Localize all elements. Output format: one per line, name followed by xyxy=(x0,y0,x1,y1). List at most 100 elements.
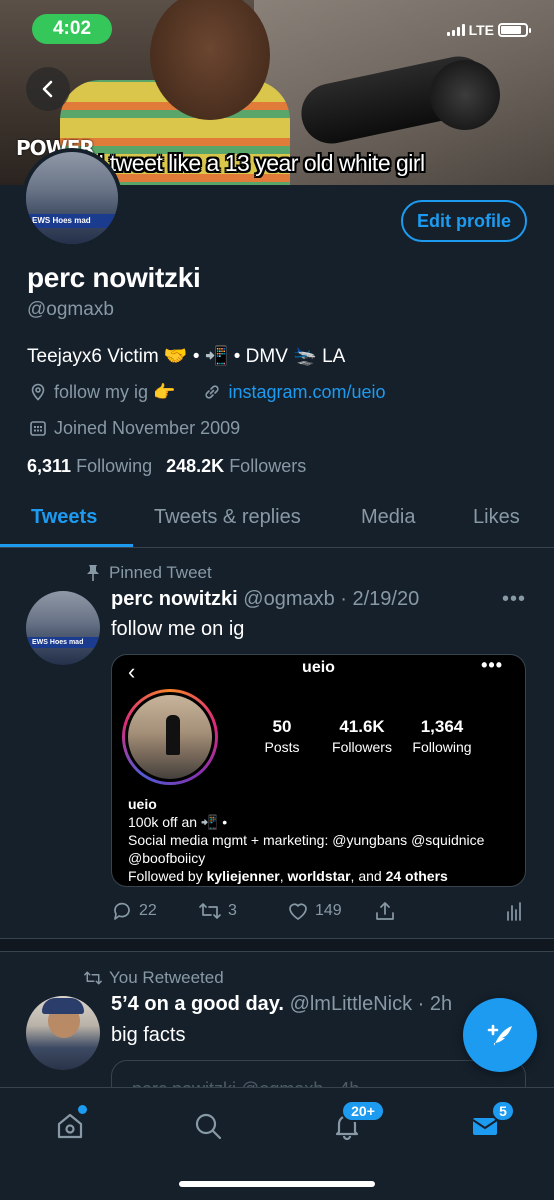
ig-bio: ueio 100k off an 📲 • Social media mgmt +… xyxy=(128,795,484,885)
following-link[interactable]: 6,311 Following xyxy=(27,456,152,477)
tweet-header: perc nowitzki @ogmaxb · 2/19/20 xyxy=(111,588,419,611)
ig-story-avatar xyxy=(122,689,218,785)
profile-tabs: Tweets Tweets & replies Media Likes xyxy=(0,498,554,548)
analytics-button[interactable] xyxy=(505,900,523,922)
ig-followed-and: , and xyxy=(350,868,386,884)
tweet-media-image[interactable]: ‹ ueio ••• 50 Posts 41.6K Followers 1,36… xyxy=(111,654,526,887)
tab-tweets-replies[interactable]: Tweets & replies xyxy=(154,506,301,529)
tweet-author-name[interactable]: perc nowitzki xyxy=(111,588,238,610)
ig-posts-count: 50 xyxy=(272,717,292,736)
reply-count: 22 xyxy=(139,902,157,919)
retweeted-text: You Retweeted xyxy=(109,968,224,987)
calendar-icon xyxy=(27,417,49,439)
profile-bio: Teejayx6 Victim 🤝 • 📲 • DMV 🛬 LA xyxy=(27,346,346,367)
link-icon xyxy=(201,381,223,403)
share-button[interactable] xyxy=(374,900,396,922)
followers-link[interactable]: 248.2K Followers xyxy=(166,456,306,477)
edit-profile-button[interactable]: Edit profile xyxy=(401,200,527,242)
ig-username: ueio xyxy=(302,659,335,676)
nav-messages[interactable]: 5 xyxy=(465,1100,515,1146)
ig-stats: 50 Posts 41.6K Followers 1,364 Following xyxy=(242,717,482,755)
retweet-handle-date: @lmLittleNick · 2h xyxy=(289,993,453,1015)
tweet-text: follow me on ig xyxy=(111,618,245,640)
ig-bio-line3: @boofboiicy xyxy=(128,850,206,866)
more-options-icon[interactable]: ••• xyxy=(502,588,526,611)
heart-icon xyxy=(289,903,307,920)
banner-caption: I tweet like a 13 year old white girl xyxy=(98,150,425,176)
profile-meta-joined: Joined November 2009 xyxy=(27,417,240,439)
chevron-left-icon xyxy=(42,80,53,98)
notifications-badge: 20+ xyxy=(341,1100,385,1122)
profile-meta-location-website: follow my ig 👉 instagram.com/ueio xyxy=(27,381,386,403)
status-time: 4:02 xyxy=(32,14,112,44)
following-count: 6,311 xyxy=(27,456,72,476)
location-pin-icon xyxy=(27,381,49,403)
pinned-tweet-label: Pinned Tweet xyxy=(82,562,212,584)
follow-stats: 6,311 Following 248.2K Followers xyxy=(27,456,306,477)
tweet-avatar-ticker: EWS Hoes mad xyxy=(26,637,100,648)
retweet-author-avatar[interactable] xyxy=(26,996,100,1070)
profile-avatar[interactable]: EWS Hoes mad xyxy=(22,148,122,248)
ig-followed-user-2: worldstar xyxy=(287,868,351,884)
home-icon xyxy=(57,1113,83,1139)
ig-stat-followers: 41.6K Followers xyxy=(322,717,402,755)
pin-icon xyxy=(82,562,104,584)
tweet-actions: 22 3 149 xyxy=(111,900,526,926)
retweet-button[interactable]: 3 xyxy=(198,900,237,922)
ig-followed-prefix: Followed by xyxy=(128,868,207,884)
ig-bio-line1: 100k off an 📲 • xyxy=(128,814,228,830)
network-type: LTE xyxy=(468,22,494,38)
back-button[interactable] xyxy=(26,67,70,111)
retweet-small-icon xyxy=(82,967,104,989)
messages-badge: 5 xyxy=(491,1100,515,1122)
pinned-tweet-text: Pinned Tweet xyxy=(109,563,212,582)
ig-followed-sep: , xyxy=(279,868,288,884)
joined-date: Joined November 2009 xyxy=(54,417,241,438)
share-icon xyxy=(376,902,394,920)
ig-bio-line2: Social media mgmt + marketing: @yungbans… xyxy=(128,832,485,848)
nav-home[interactable] xyxy=(50,1105,90,1146)
ig-following-label: Following xyxy=(412,739,472,755)
ig-followers-label: Followers xyxy=(332,739,392,755)
tab-likes[interactable]: Likes xyxy=(473,506,520,529)
ig-followers-count: 41.6K xyxy=(339,717,385,736)
tweet-author-avatar[interactable]: EWS Hoes mad xyxy=(26,591,100,665)
tweet-divider xyxy=(0,938,554,952)
retweet-header: 5’4 on a good day. @lmLittleNick · 2h xyxy=(111,993,452,1016)
avatar-ticker: EWS Hoes mad xyxy=(26,214,118,228)
retweet-text: big facts xyxy=(111,1024,186,1046)
user-handle: @ogmaxb xyxy=(27,299,114,320)
tab-media[interactable]: Media xyxy=(361,506,415,529)
tab-tweets[interactable]: Tweets xyxy=(31,506,97,529)
profile-location: follow my ig 👉 xyxy=(54,381,176,402)
retweet-count: 3 xyxy=(228,902,237,919)
profile-website-link[interactable]: instagram.com/ueio xyxy=(228,382,385,403)
compose-feather-icon xyxy=(487,1024,512,1046)
status-indicators: LTE xyxy=(446,22,531,38)
reply-button[interactable]: 22 xyxy=(111,900,157,922)
retweeted-label: You Retweeted xyxy=(82,967,224,989)
compose-tweet-button[interactable] xyxy=(463,998,537,1072)
retweet-icon xyxy=(199,903,221,919)
ig-more-icon: ••• xyxy=(481,655,503,675)
ig-followed-user-1: kyliejenner xyxy=(206,868,280,884)
ig-stat-following: 1,364 Following xyxy=(402,717,482,755)
signal-icon xyxy=(446,24,465,36)
battery-icon xyxy=(498,23,531,37)
active-tab-indicator xyxy=(0,544,133,547)
retweet-author-name[interactable]: 5’4 on a good day. xyxy=(111,993,284,1015)
ig-followed-by: Followed by kyliejenner, worldstar, and … xyxy=(128,867,484,885)
like-button[interactable]: 149 xyxy=(287,900,342,922)
ig-stat-posts: 50 Posts xyxy=(242,717,322,755)
nav-notifications[interactable]: 20+ xyxy=(327,1100,385,1146)
home-new-dot xyxy=(78,1105,87,1114)
tweet-handle-date: @ogmaxb · 2/19/20 xyxy=(243,588,420,610)
followers-label: Followers xyxy=(229,456,307,476)
ig-following-count: 1,364 xyxy=(420,717,464,736)
reply-icon xyxy=(114,902,130,920)
nav-search[interactable] xyxy=(188,1106,228,1146)
ig-posts-label: Posts xyxy=(264,739,300,755)
home-indicator xyxy=(179,1181,375,1187)
display-name: perc nowitzki xyxy=(27,262,201,293)
analytics-icon xyxy=(507,902,521,921)
